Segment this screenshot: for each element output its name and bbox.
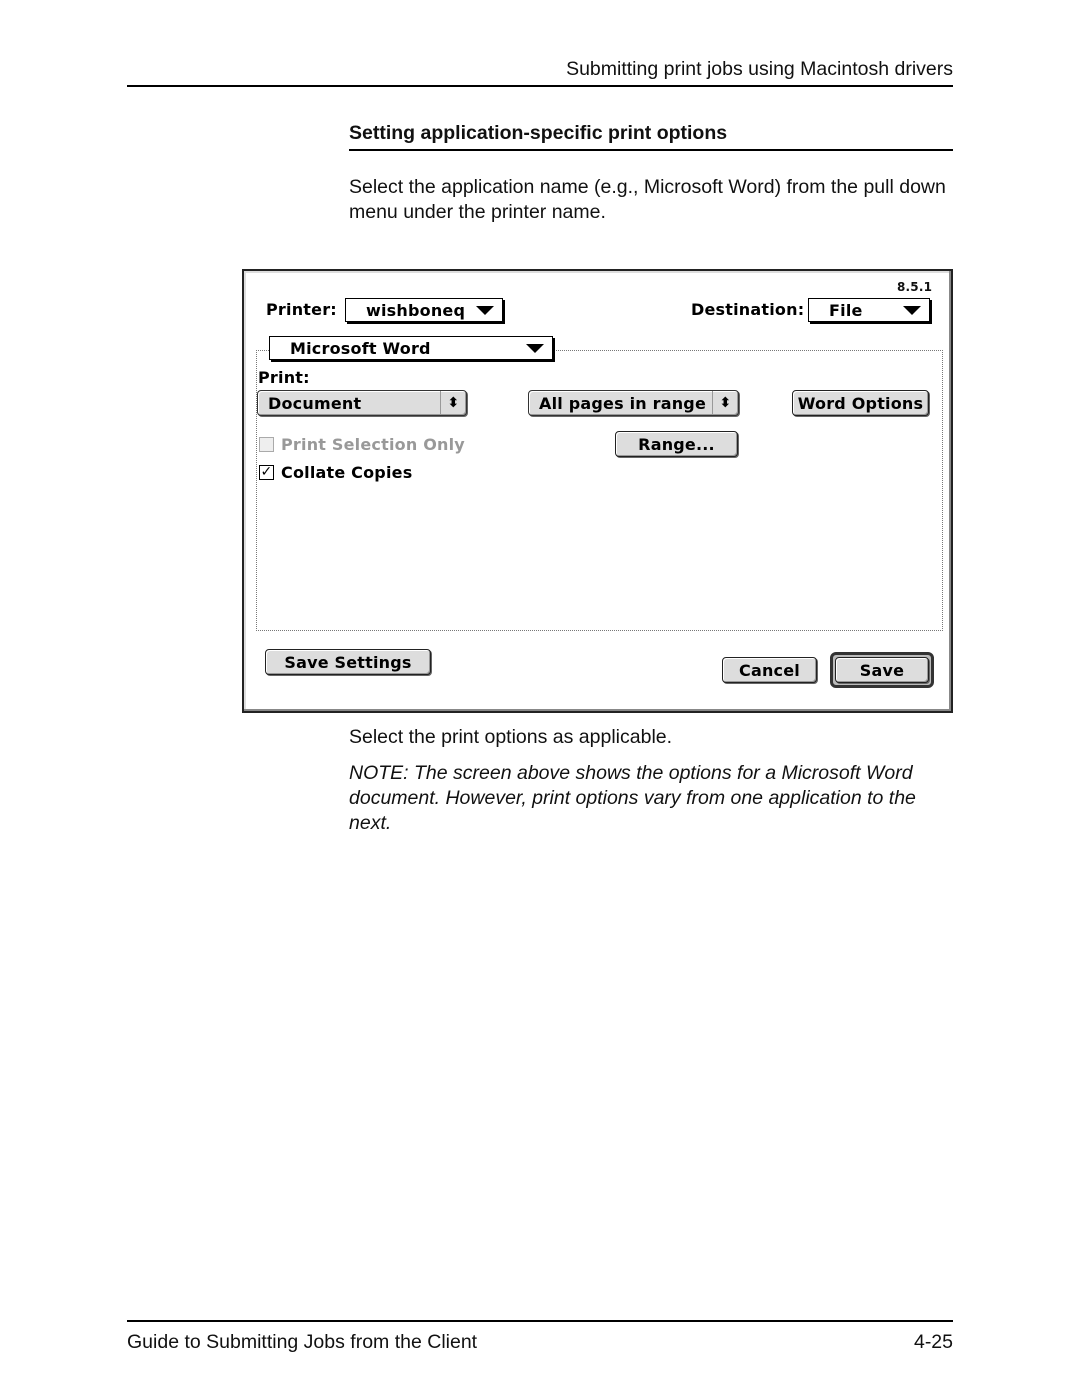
print-what-value: Document bbox=[268, 393, 362, 413]
destination-popup[interactable]: File bbox=[808, 298, 930, 322]
printer-popup[interactable]: wishboneq bbox=[345, 298, 503, 322]
save-settings-button[interactable]: Save Settings bbox=[265, 649, 431, 675]
checkmark-icon: ✓ bbox=[259, 464, 274, 480]
chevron-down-icon bbox=[903, 305, 921, 315]
after-dialog-text: Select the print options as applicable. bbox=[349, 726, 673, 748]
chevron-down-icon bbox=[476, 305, 494, 315]
collate-copies-checkbox[interactable]: ✓ Collate Copies bbox=[259, 463, 412, 482]
pages-popup[interactable]: All pages in range ⬍ bbox=[528, 390, 739, 416]
version-label: 8.5.1 bbox=[897, 280, 933, 294]
cancel-button[interactable]: Cancel bbox=[722, 657, 817, 683]
intro-paragraph: Select the application name (e.g., Micro… bbox=[349, 176, 946, 223]
up-down-arrows-icon: ⬍ bbox=[712, 391, 738, 415]
destination-value: File bbox=[829, 300, 863, 320]
panel-popup[interactable]: Microsoft Word bbox=[269, 336, 553, 360]
checkbox-box bbox=[259, 437, 274, 452]
print-selection-only-checkbox[interactable]: Print Selection Only bbox=[259, 435, 465, 454]
section-title: Setting application-specific print optio… bbox=[349, 122, 728, 144]
footer-rule bbox=[127, 1320, 953, 1322]
destination-label: Destination: bbox=[691, 300, 805, 319]
page-number: 4-25 bbox=[913, 1331, 953, 1353]
save-button[interactable]: Save bbox=[835, 657, 929, 683]
print-dialog: 8.5.1 Printer: wishboneq Destination: Fi… bbox=[242, 269, 953, 713]
print-what-popup[interactable]: Document ⬍ bbox=[257, 390, 467, 416]
header-rule bbox=[127, 85, 953, 87]
footer-title: Guide to Submitting Jobs from the Client bbox=[127, 1331, 478, 1353]
range-button[interactable]: Range... bbox=[615, 431, 738, 457]
panel-value: Microsoft Word bbox=[290, 338, 431, 358]
up-down-arrows-icon: ⬍ bbox=[440, 391, 466, 415]
chevron-down-icon bbox=[526, 343, 544, 353]
running-head: Submitting print jobs using Macintosh dr… bbox=[566, 58, 953, 80]
print-label: Print: bbox=[258, 368, 310, 387]
print-selection-only-label: Print Selection Only bbox=[281, 435, 465, 454]
word-options-button[interactable]: Word Options bbox=[792, 390, 929, 416]
printer-value: wishboneq bbox=[366, 300, 466, 320]
section-rule bbox=[349, 149, 953, 151]
note-paragraph: NOTE: The screen above shows the options… bbox=[349, 762, 916, 834]
default-button-ring: Save bbox=[830, 652, 934, 688]
pages-value: All pages in range bbox=[539, 393, 706, 413]
collate-copies-label: Collate Copies bbox=[281, 463, 413, 482]
printer-label: Printer: bbox=[266, 300, 337, 319]
